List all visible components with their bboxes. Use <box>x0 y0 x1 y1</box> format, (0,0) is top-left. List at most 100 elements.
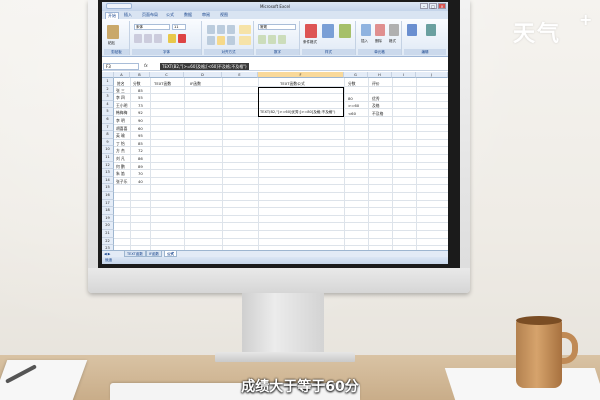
cell-name[interactable]: 王小明 <box>116 102 127 109</box>
cell-name[interactable]: 李 四 <box>116 94 125 101</box>
header-eval[interactable]: 评价 <box>372 80 380 87</box>
legend-range[interactable]: 80 <box>348 95 353 102</box>
legend-label[interactable]: 优秀 <box>372 95 380 102</box>
formula-input[interactable]: TEXT(B2,"[>=60]及格;[<60]不及格;不及格") <box>160 63 249 70</box>
name-box[interactable]: F3 <box>103 63 139 70</box>
cell-score[interactable]: 73 <box>138 102 143 109</box>
row-header[interactable]: 6 <box>102 116 114 124</box>
legend-label[interactable]: 不及格 <box>372 110 383 117</box>
row-header[interactable]: 13 <box>102 169 114 177</box>
row-header[interactable]: 1 <box>102 78 114 86</box>
header-formula-title[interactable]: TEXT函数公式 <box>280 80 305 87</box>
header-score2[interactable]: 分数 <box>348 80 356 87</box>
cell-name[interactable]: 韩梅梅 <box>116 109 127 116</box>
cell-score[interactable]: 86 <box>138 155 143 162</box>
column-header[interactable]: G <box>344 72 368 78</box>
maximize-button[interactable]: □ <box>429 3 437 9</box>
number-format-select[interactable]: 常规 <box>258 24 296 30</box>
cell-name[interactable]: 张子乐 <box>116 178 127 185</box>
column-header-selected[interactable]: F <box>258 72 344 78</box>
tab-home[interactable]: 开始 <box>105 12 119 19</box>
align-middle-icon[interactable] <box>217 25 225 34</box>
font-color-icon[interactable] <box>178 34 186 43</box>
cell-name[interactable]: 朱 笛 <box>116 170 125 177</box>
formula-cell[interactable]: TEXT(B2,"[>=60]优秀;[>=80]及格;不及格") <box>260 109 335 116</box>
column-header[interactable]: J <box>416 72 448 78</box>
row-header[interactable]: 4 <box>102 100 114 109</box>
column-header[interactable]: B <box>130 72 150 78</box>
legend-label[interactable]: 及格 <box>372 102 380 109</box>
column-header[interactable]: C <box>150 72 184 78</box>
align-right-icon[interactable] <box>227 36 235 45</box>
tab-review[interactable]: 审阅 <box>200 11 212 19</box>
merge-center-icon[interactable] <box>239 36 251 45</box>
row-header[interactable]: 7 <box>102 123 114 132</box>
cell-name[interactable]: 何 鹏 <box>116 163 125 170</box>
cell-score[interactable]: 85 <box>138 140 143 147</box>
header-text-func[interactable]: TEXT函数 <box>154 80 171 87</box>
column-header[interactable]: I <box>392 72 416 78</box>
format-cells-icon[interactable] <box>389 24 399 36</box>
cell-score[interactable]: 89 <box>138 163 143 170</box>
row-header[interactable]: 3 <box>102 93 114 101</box>
row-header[interactable]: 15 <box>102 184 114 192</box>
minimize-button[interactable]: – <box>420 3 428 9</box>
column-header[interactable]: E <box>222 72 258 78</box>
cell-score[interactable]: 95 <box>138 132 143 139</box>
header-if-func[interactable]: IF函数 <box>190 80 201 87</box>
align-center-icon[interactable] <box>217 36 225 45</box>
delete-cells-icon[interactable] <box>375 24 385 36</box>
cell-score[interactable]: 92 <box>138 109 143 116</box>
row-header[interactable]: 20 <box>102 222 114 230</box>
cell-name[interactable]: 丁 怡 <box>116 140 125 147</box>
fill-color-icon[interactable] <box>168 34 176 43</box>
row-header[interactable]: 19 <box>102 214 114 223</box>
row-header[interactable]: 5 <box>102 108 114 116</box>
column-header[interactable]: A <box>114 72 130 78</box>
tab-view[interactable]: 视图 <box>218 11 230 19</box>
bold-icon[interactable] <box>134 34 142 43</box>
row-header[interactable]: 9 <box>102 138 114 147</box>
conditional-format-icon[interactable] <box>305 24 317 38</box>
row-header[interactable]: 17 <box>102 199 114 208</box>
cell-score[interactable]: 72 <box>138 147 143 154</box>
cell-score[interactable]: 70 <box>138 170 143 177</box>
cell-score[interactable]: 90 <box>138 117 143 124</box>
cell-name[interactable]: 李 明 <box>116 117 125 124</box>
sort-filter-icon[interactable] <box>407 24 417 36</box>
cell-name[interactable]: 方 杰 <box>116 147 125 154</box>
currency-icon[interactable] <box>258 35 266 44</box>
row-header[interactable]: 11 <box>102 154 114 162</box>
column-header[interactable]: H <box>368 72 392 78</box>
cell-name[interactable]: 胡喜喜 <box>116 125 127 132</box>
row-header[interactable]: 18 <box>102 207 114 215</box>
spreadsheet-grid[interactable]: A B C D E F G H I J 1 2 3 4 5 6 7 8 9 10 11 12 13 14 1… <box>102 72 448 264</box>
cell-score[interactable]: 85 <box>138 87 143 94</box>
row-header[interactable]: 12 <box>102 161 114 170</box>
tab-formulas[interactable]: 公式 <box>164 11 176 19</box>
align-bottom-icon[interactable] <box>227 25 235 34</box>
cell-name[interactable]: 刘 凡 <box>116 155 125 162</box>
row-header[interactable]: 10 <box>102 146 114 154</box>
find-select-icon[interactable] <box>426 24 436 36</box>
underline-icon[interactable] <box>154 34 162 43</box>
row-header[interactable]: 22 <box>102 237 114 246</box>
cell-score[interactable]: 40 <box>138 178 143 185</box>
align-left-icon[interactable] <box>207 36 215 45</box>
tab-data[interactable]: 数据 <box>182 11 194 19</box>
legend-range[interactable]: <60 <box>348 110 356 117</box>
comma-icon[interactable] <box>278 35 286 44</box>
cell-styles-icon[interactable] <box>339 24 351 38</box>
legend-range[interactable]: >=60 <box>348 102 359 109</box>
paste-icon[interactable] <box>107 25 119 39</box>
tab-page-layout[interactable]: 页面布局 <box>140 11 160 19</box>
format-table-icon[interactable] <box>322 24 334 38</box>
percent-icon[interactable] <box>268 35 276 44</box>
tab-insert[interactable]: 插入 <box>122 11 134 19</box>
row-header[interactable]: 2 <box>102 85 114 94</box>
italic-icon[interactable] <box>144 34 152 43</box>
wrap-text-icon[interactable] <box>239 25 251 34</box>
row-header[interactable]: 16 <box>102 192 114 200</box>
row-header[interactable]: 14 <box>102 176 114 185</box>
align-top-icon[interactable] <box>207 25 215 34</box>
